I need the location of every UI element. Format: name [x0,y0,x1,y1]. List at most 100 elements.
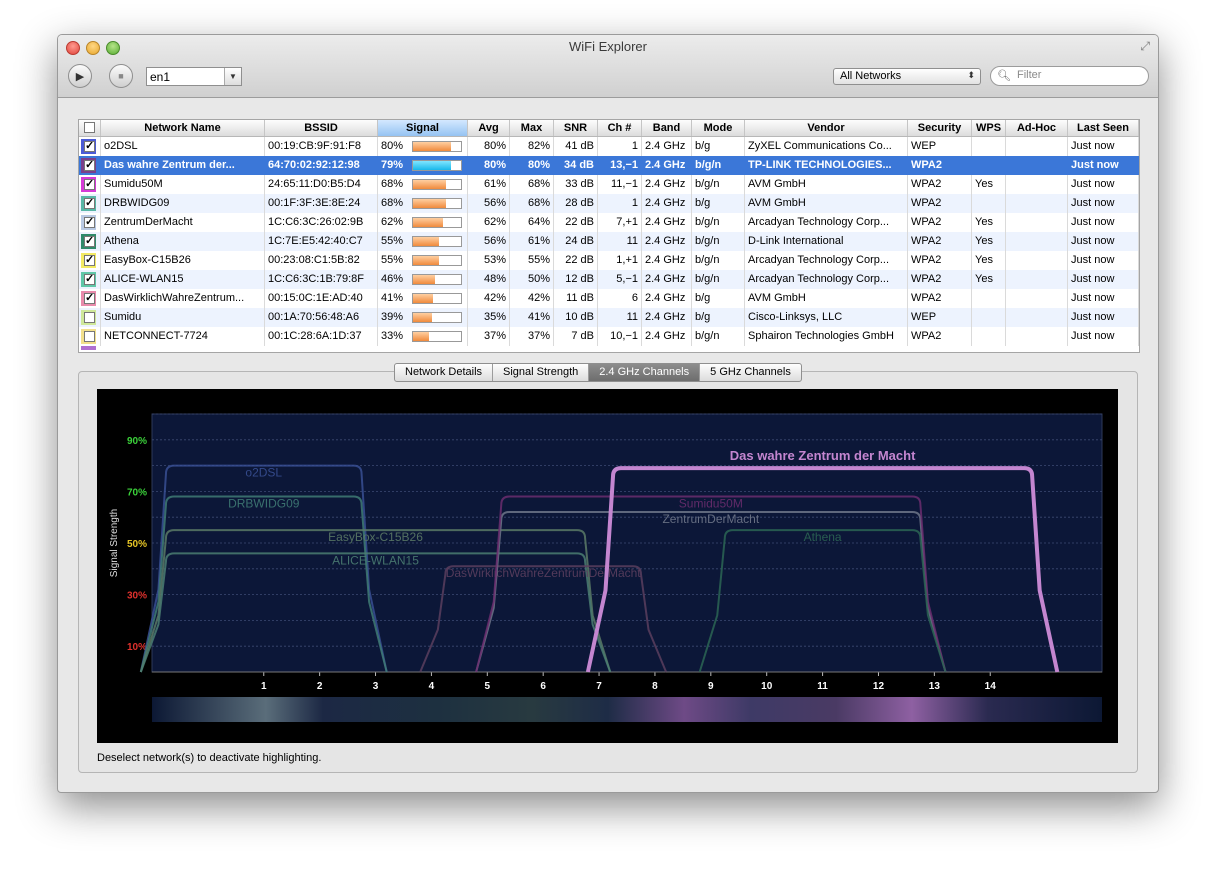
play-icon: ▶ [75,70,85,83]
cell-snr: 10 dB [554,308,598,327]
signal-bar-fill [413,294,433,303]
cell-bssid: 1C:7E:E5:42:40:C7 [265,232,378,251]
cell-ch: 1 [598,137,642,156]
row-checkbox-cell: ✓ [79,213,101,232]
chevron-down-icon[interactable]: ▼ [224,68,241,85]
network-checkbox[interactable]: ✓ [84,255,95,266]
network-checkbox[interactable]: ✓ [84,179,95,190]
cell-mode: b/g [692,289,745,308]
column-header-bssid[interactable]: BSSID [265,120,378,136]
row-checkbox-cell: ✓ [79,270,101,289]
network-checkbox[interactable]: ✓ [84,293,95,304]
column-header-band[interactable]: Band [642,120,692,136]
stop-button[interactable]: ■ [109,64,133,88]
table-row[interactable]: ✓ Sumidu50M 24:65:11:D0:B5:D4 68% 61% 68% 33 d… [79,175,1139,194]
updown-arrows-icon: ⬍ [967,70,975,80]
y-tick-label: 30% [127,591,147,602]
title-bar: WiFi Explorer ⤢ ▶ ■ en1 ▼ All Networks ⬍… [58,35,1158,98]
cell-mode: b/g [692,137,745,156]
network-checkbox[interactable]: ✓ [84,141,95,152]
cell-ch: 13,−1 [598,156,642,175]
interface-combo[interactable]: en1 ▼ [146,67,242,86]
cell-security: WPA2 [908,156,972,175]
table-row[interactable]: Sumidu 00:1A:70:56:48:A6 39% 35% 41% 10 dB 11 2… [79,308,1139,327]
signal-bar [412,141,462,152]
cell-ch: 6 [598,289,642,308]
tab-network-details[interactable]: Network Details [395,364,494,381]
cell-bssid: 00:15:0C:1E:AD:40 [265,289,378,308]
cell-snr: 34 dB [554,156,598,175]
table-row[interactable]: ✓ ALICE-WLAN15 1C:C6:3C:1B:79:8F 46% 48% 50% 1… [79,270,1139,289]
network-curve-label: DasWirklichWahreZentrumDerMacht [446,566,642,580]
table-row[interactable]: ✓ o2DSL 00:19:CB:9F:91:F8 80% 80% 82% 41 dB 1 2.… [79,137,1139,156]
networks-select-value: All Networks [840,70,902,82]
filter-input[interactable] [1017,69,1137,81]
column-header-last-seen[interactable]: Last Seen [1068,120,1139,136]
network-checkbox[interactable]: ✓ [84,274,95,285]
table-row-partial[interactable] [79,346,96,352]
column-header-wps[interactable]: WPS [972,120,1006,136]
signal-bar-fill [413,180,446,189]
network-checkbox[interactable]: ✓ [84,198,95,209]
cell-snr: 33 dB [554,175,598,194]
table-row[interactable]: ✓ Das wahre Zentrum der... 64:70:02:92:12:… [79,156,1139,175]
tab-2-4-ghz-channels[interactable]: 2.4 GHz Channels [589,364,701,381]
row-checkbox-cell: ✓ [79,251,101,270]
column-header-max[interactable]: Max [510,120,554,136]
cell-snr: 12 dB [554,270,598,289]
cell-mode: b/g/n [692,175,745,194]
cell-adhoc [1006,289,1068,308]
signal-value: 33% [381,330,404,342]
row-checkbox-cell [79,327,101,346]
cell-vendor: Sphairon Technologies GmbH [745,327,908,346]
cell-max: 50% [510,270,554,289]
column-header-network-name[interactable]: Network Name [101,120,265,136]
table-row[interactable]: ✓ EasyBox-C15B26 00:23:08:C1:5B:82 55% 53% 55… [79,251,1139,270]
status-text: Deselect network(s) to deactivate highli… [97,752,322,764]
column-header-ad-hoc[interactable]: Ad-Hoc [1006,120,1068,136]
table-row[interactable]: ✓ ZentrumDerMacht 1C:C6:3C:26:02:9B 62% 62% 6… [79,213,1139,232]
table-row[interactable]: NETCONNECT-7724 00:1C:28:6A:1D:37 33% 37% 37… [79,327,1139,346]
cell-ch: 7,+1 [598,213,642,232]
network-checkbox[interactable] [84,312,95,323]
x-tick-label: 8 [652,681,658,692]
cell-adhoc [1006,251,1068,270]
table-row[interactable]: ✓ DasWirklichWahreZentrum... 00:15:0C:1E:A… [79,289,1139,308]
signal-value: 39% [381,311,404,323]
column-header-security[interactable]: Security [908,120,972,136]
fullscreen-icon[interactable]: ⤢ [1140,39,1150,54]
column-header-snr[interactable]: SNR [554,120,598,136]
play-button[interactable]: ▶ [68,64,92,88]
cell-vendor: Cisco-Linksys, LLC [745,308,908,327]
header-checkbox[interactable] [79,120,101,136]
network-checkbox[interactable] [84,331,95,342]
table-row[interactable]: ✓ DRBWIDG09 00:1F:3F:3E:8E:24 68% 56% 68% 28 d… [79,194,1139,213]
signal-value: 79% [381,159,404,171]
filter-field[interactable]: 🔍︎ [990,66,1149,86]
x-tick-label: 5 [485,681,491,692]
cell-ch: 1,+1 [598,251,642,270]
networks-filter-select[interactable]: All Networks ⬍ [833,68,981,85]
column-header-vendor[interactable]: Vendor [745,120,908,136]
cell-mode: b/g/n [692,270,745,289]
networks-table[interactable]: Network Name BSSID Signal Avg Max SNR Ch # Band… [78,119,1140,353]
column-header-mode[interactable]: Mode [692,120,745,136]
column-header-signal[interactable]: Signal [378,120,468,136]
table-row[interactable]: ✓ Athena 1C:7E:E5:42:40:C7 55% 56% 61% 24 dB 11… [79,232,1139,251]
cell-wps [972,289,1006,308]
cell-band: 2.4 GHz [642,213,692,232]
network-checkbox[interactable]: ✓ [84,160,95,171]
cell-bssid: 1C:C6:3C:26:02:9B [265,213,378,232]
cell-vendor: Arcadyan Technology Corp... [745,251,908,270]
column-header-ch-[interactable]: Ch # [598,120,642,136]
tab-signal-strength[interactable]: Signal Strength [493,364,590,381]
network-color-swatch [81,346,96,350]
network-checkbox[interactable]: ✓ [84,236,95,247]
tab-5-ghz-channels[interactable]: 5 GHz Channels [700,364,801,381]
column-header-avg[interactable]: Avg [468,120,510,136]
select-all-checkbox[interactable] [84,122,95,133]
network-checkbox[interactable]: ✓ [84,217,95,228]
cell-ch: 10,−1 [598,327,642,346]
cell-security: WEP [908,137,972,156]
cell-vendor: TP-LINK TECHNOLOGIES... [745,156,908,175]
